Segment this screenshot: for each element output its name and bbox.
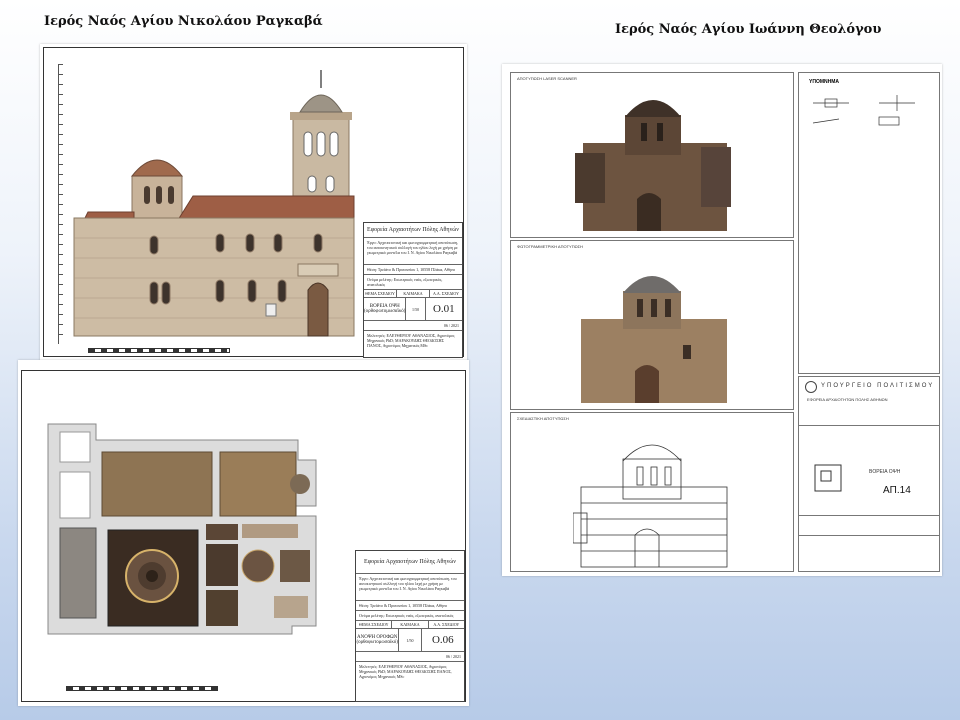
- title-block-header: Εφορεία Αρχαιοτήτων Πόλης Αθηνών: [356, 551, 464, 574]
- laser-scan-panel: ΑΠΟΤΥΠΩΣΗ LASER SCANNER: [510, 72, 794, 238]
- col-label-subject: ΘΕΜΑ ΣΧΕΔΙΟΥ: [356, 621, 393, 628]
- panel-label: ΣΧΕΔΙΑΣΤΙΚΗ ΑΠΟΤΥΠΩΣΗ: [517, 416, 569, 421]
- photogrammetry-panel: ΦΩΤΟΓΡΑΜΜΕΤΡΙΚΗ ΑΠΟΤΥΠΩΣΗ: [510, 240, 794, 410]
- north-elevation-sheet: Εφορεία Αρχαιοτήτων Πόλης Αθηνών Έργο: Α…: [40, 44, 467, 360]
- title-block-description: Έργο: Αρχιτεκτονική και φωτογραμμετρική …: [364, 238, 462, 265]
- ephoria-name: ΕΦΟΡΕΙΑ ΑΡΧΑΙΟΤΗΤΩΝ ΠΟΛΗΣ ΑΘΗΝΩΝ: [807, 397, 888, 402]
- theologos-sheet: ΑΠΟΤΥΠΩΣΗ LASER SCANNER ΦΩΤΟΓΡΑΜΜΕΤΡΙΚΗ …: [502, 64, 942, 576]
- info-panel: ΥΠΟΥΡΓΕΙΟ ΠΟΛΙΤΙΣΜΟΥ ΕΦΟΡΕΙΑ ΑΡΧΑΙΟΤΗΤΩΝ…: [798, 376, 940, 572]
- title-block-location: Θέση: Τρεϊάνο & Πρυτανείου 1, 10558 Πλάκ…: [364, 265, 462, 275]
- drawing-date: 06 / 2021: [364, 321, 462, 331]
- right-title: Ιερός Ναός Αγίου Ιωάννη Θεολόγου: [615, 22, 882, 37]
- line-drawing: [573, 444, 728, 568]
- col-label-subject: ΘΕΜΑ ΣΧΕΔΙΟΥ: [364, 290, 397, 297]
- legend-title: ΥΠΟΜΝΗΜΑ: [809, 79, 839, 85]
- col-label-scale: ΚΛΙΜΑΚΑ: [397, 290, 430, 297]
- drawing-date: 06 / 2021: [356, 652, 464, 662]
- credits: Μελετητές: ΕΛΕΥΘΕΡΙΟΥ ΑΘΑΝΑΣΙΟΣ, Αγρονόμ…: [359, 664, 452, 679]
- drawing-code: Ο.06: [431, 634, 454, 646]
- laser-scan-model: [575, 100, 731, 231]
- drawing-name: ΒΟΡΕΙΑ ΟΨΗ (ορθοφωτομωσαϊκό): [364, 298, 407, 320]
- panel-label: ΑΠΟΤΥΠΩΣΗ LASER SCANNER: [517, 76, 577, 81]
- ministry-emblem-icon: [805, 381, 817, 393]
- drawing-code: Ο.01: [432, 303, 455, 315]
- title-block: Εφορεία Αρχαιοτήτων Πόλης Αθηνών Έργο: Α…: [363, 222, 463, 358]
- drawing-name: ΒΟΡΕΙΑ ΟΨΗ: [869, 469, 901, 475]
- title-block-location: Θέση: Τρεϊάνο & Πρυτανείου 1, 10558 Πλάκ…: [356, 601, 464, 611]
- north-elevation-drawing: [73, 70, 355, 337]
- title-block-columns: ΘΕΜΑ ΣΧΕΔΙΟΥ ΚΛΙΜΑΚΑ Α.Α. ΣΧΕΔΙΟΥ: [364, 290, 462, 298]
- left-title: Ιερός Ναός Αγίου Νικολάου Ραγκαβά: [44, 14, 323, 29]
- roof-plan-sheet: Εφορεία Αρχαιοτήτων Πόλης Αθηνών Έργο: Α…: [18, 360, 469, 706]
- col-label-number: Α.Α. ΣΧΕΔΙΟΥ: [433, 622, 460, 627]
- drawing-name: ΑΝΟΨΗ ΟΡΟΦΩΝ (ορθοφωτομωσαϊκό): [356, 629, 400, 651]
- divider: [799, 515, 939, 516]
- title-block-subject: Ονόμα μελέτης: Εσωτερικός ναός, εξωτερικ…: [356, 611, 464, 621]
- drawing-scale: 1/50: [406, 298, 426, 320]
- title-block-header: Εφορεία Αρχαιοτήτων Πόλης Αθηνών: [364, 223, 462, 238]
- drawing-panel: ΣΧΕΔΙΑΣΤΙΚΗ ΑΠΟΤΥΠΩΣΗ: [510, 412, 794, 572]
- divider: [799, 425, 939, 426]
- col-label-number: Α.Α. ΣΧΕΔΙΟΥ: [433, 291, 459, 296]
- roof-plan-drawing: [47, 423, 317, 635]
- vertical-ruler: [58, 64, 63, 344]
- photogrammetry-model: [581, 276, 727, 403]
- title-block-values: ΒΟΡΕΙΑ ΟΨΗ (ορθοφωτομωσαϊκό) 1/50 Ο.01: [364, 298, 462, 321]
- panel-label: ΦΩΤΟΓΡΑΜΜΕΤΡΙΚΗ ΑΠΟΤΥΠΩΣΗ: [517, 244, 583, 249]
- drawing-code: ΑΠ.14: [883, 485, 911, 496]
- key-plan: [814, 464, 842, 492]
- drawing-scale: 1/50: [399, 629, 422, 651]
- legend-symbols: [812, 95, 915, 126]
- legend-panel: ΥΠΟΜΝΗΜΑ: [798, 72, 940, 374]
- col-label-scale: ΚΛΙΜΑΚΑ: [392, 621, 429, 628]
- divider: [799, 535, 939, 536]
- scale-bar: [66, 686, 218, 691]
- title-block-subject: Ονόμα μελέτης: Εσωτερικός ναός, εξωτερικ…: [364, 275, 462, 290]
- title-block-values: ΑΝΟΨΗ ΟΡΟΦΩΝ (ορθοφωτομωσαϊκό) 1/50 Ο.06: [356, 629, 464, 652]
- scale-bar: [88, 348, 230, 353]
- ministry-name: ΥΠΟΥΡΓΕΙΟ ΠΟΛΙΤΙΣΜΟΥ: [821, 383, 935, 389]
- title-block-description: Έργο: Αρχιτεκτονική και φωτογραμμετρική …: [356, 574, 464, 601]
- credits: Μελετητές: ΕΛΕΥΘΕΡΙΟΥ ΑΘΑΝΑΣΙΟΣ, Αγρονόμ…: [367, 333, 455, 348]
- title-block-columns: ΘΕΜΑ ΣΧΕΔΙΟΥ ΚΛΙΜΑΚΑ Α.Α. ΣΧΕΔΙΟΥ: [356, 621, 464, 629]
- title-block: Εφορεία Αρχαιοτήτων Πόλης Αθηνών Έργο: Α…: [355, 550, 465, 702]
